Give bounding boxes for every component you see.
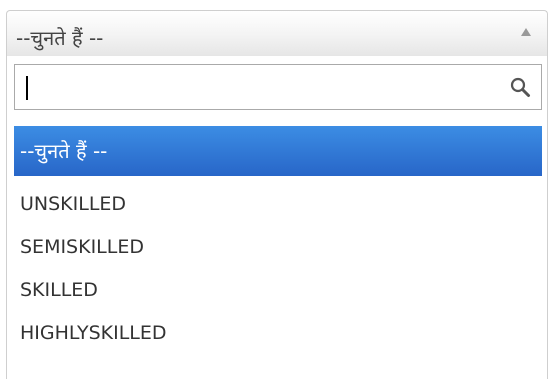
search-icon — [510, 77, 530, 97]
search-input[interactable] — [15, 65, 495, 109]
option-item-highlyskilled[interactable]: HIGHLYSKILLED — [14, 312, 542, 355]
search-box[interactable] — [14, 64, 542, 110]
select-dropdown-toggle[interactable]: --चुनते हैं -- — [6, 10, 548, 56]
option-item-skilled[interactable]: SKILLED — [14, 269, 542, 312]
dropdown-panel: --चुनते हैं -- UNSKILLED SEMISKILLED SKI… — [6, 56, 548, 379]
selected-value: --चुनते हैं -- — [16, 26, 104, 50]
text-cursor — [26, 76, 28, 100]
option-item-semiskilled[interactable]: SEMISKILLED — [14, 226, 542, 269]
option-item-placeholder[interactable]: --चुनते हैं -- — [14, 126, 542, 176]
options-list: --चुनते हैं -- UNSKILLED SEMISKILLED SKI… — [14, 126, 542, 355]
triangle-up-icon — [521, 28, 531, 36]
option-item-unskilled[interactable]: UNSKILLED — [14, 183, 542, 226]
